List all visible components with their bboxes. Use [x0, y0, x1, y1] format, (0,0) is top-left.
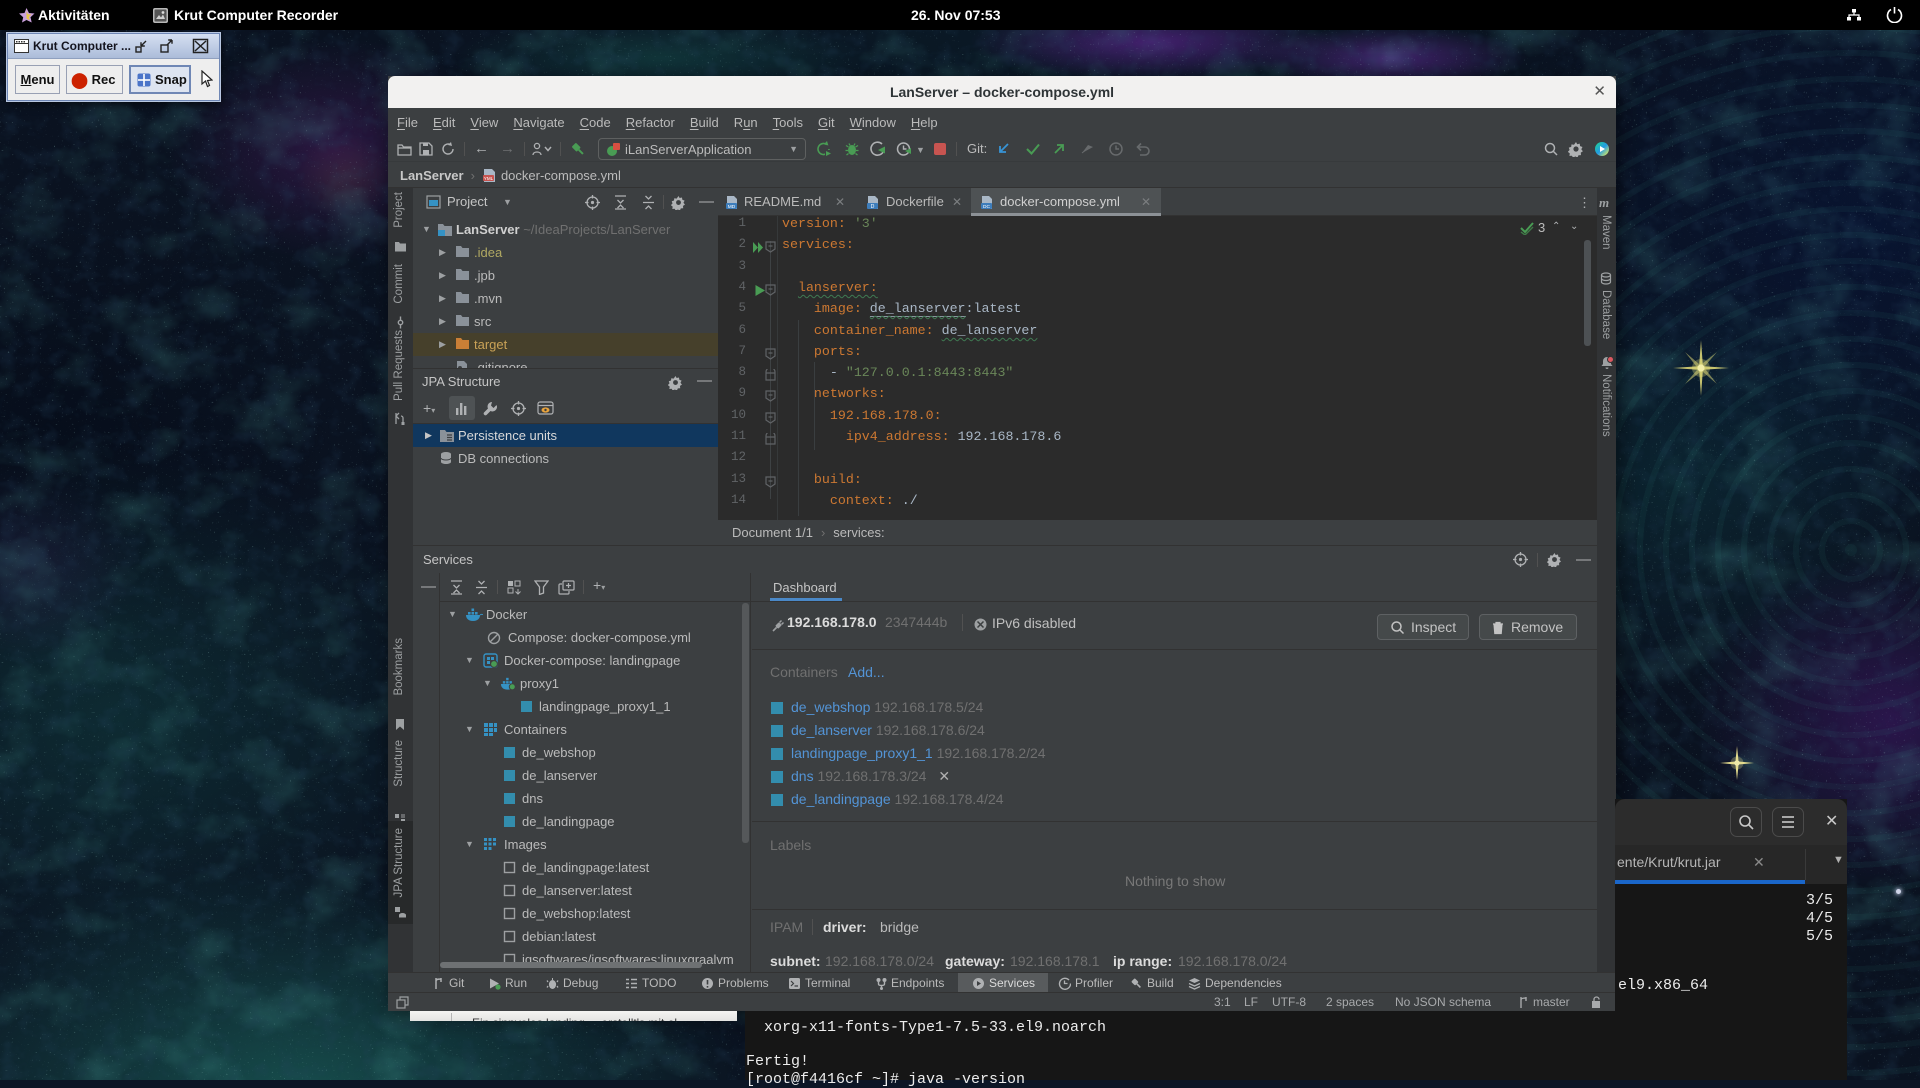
svg-text:DC: DC — [983, 204, 990, 210]
svg-text:MD: MD — [728, 204, 736, 210]
svg-text:YML: YML — [484, 176, 494, 181]
svg-text:D: D — [871, 204, 875, 210]
